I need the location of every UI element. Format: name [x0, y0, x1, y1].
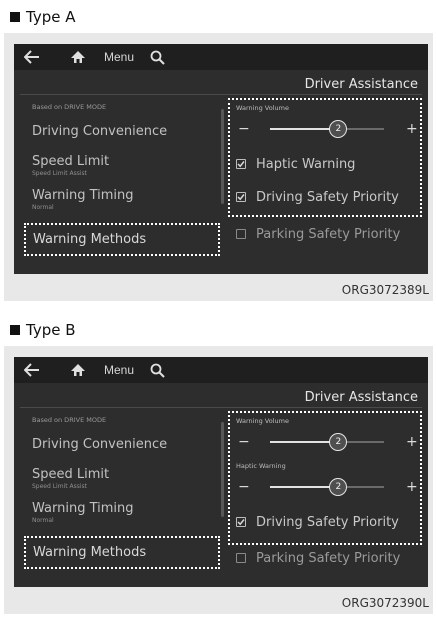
sidebar-item-warning-timing[interactable]: Warning Timing Normal [32, 188, 134, 211]
figure-b-panel: Menu Driver Assistance Based on DRIVE MO… [4, 346, 433, 614]
sidebar-item-driving-convenience[interactable]: Driving Convenience [32, 124, 167, 139]
menu-button[interactable]: Menu [104, 44, 134, 70]
warning-volume-caption: Warning Volume [236, 417, 289, 425]
checkbox-icon[interactable] [236, 229, 246, 239]
sidebar-item-label: Warning Methods [33, 545, 147, 560]
sidebar-scrollbar[interactable] [221, 422, 224, 517]
drive-mode-caption: Based on DRIVE MODE [32, 416, 107, 424]
divider [20, 94, 422, 95]
option-driving-safety-priority[interactable]: Driving Safety Priority [236, 187, 399, 207]
search-icon[interactable] [150, 44, 166, 70]
checkbox-icon[interactable] [236, 553, 246, 563]
figure-b-code: ORG3072390L [341, 596, 429, 610]
figure-a-panel: Menu Driver Assistance Based on DRIVE MO… [4, 33, 433, 301]
figure-a-screen: Menu Driver Assistance Based on DRIVE MO… [14, 44, 428, 274]
sidebar-item-label: Warning Timing [32, 501, 134, 516]
figure-a-heading: Type A [10, 8, 75, 26]
back-arrow-icon[interactable] [24, 357, 42, 383]
sidebar-scrollbar[interactable] [221, 109, 224, 204]
figure-b-heading: Type B [10, 321, 76, 339]
home-icon[interactable] [70, 357, 88, 383]
minus-icon[interactable]: − [238, 430, 250, 454]
slider-track[interactable] [270, 441, 384, 443]
figure-b-heading-text: Type B [26, 321, 76, 339]
screen-title: Driver Assistance [304, 77, 418, 92]
checkbox-icon[interactable] [236, 517, 246, 527]
haptic-warning-caption: Haptic Warning [236, 462, 286, 470]
drive-mode-caption: Based on DRIVE MODE [32, 103, 107, 111]
back-arrow-icon[interactable] [24, 44, 42, 70]
sidebar-item-sub: Speed Limit Assist [32, 170, 87, 177]
top-bar: Menu [14, 44, 428, 70]
figure-a-code: ORG3072389L [341, 283, 429, 297]
sidebar-item-sub: Speed Limit Assist [32, 483, 87, 490]
haptic-warning-slider[interactable]: − 2 + [232, 475, 422, 499]
sidebar-item-warning-methods[interactable]: Warning Methods [24, 223, 220, 256]
search-icon[interactable] [150, 357, 166, 383]
warning-volume-slider[interactable]: − 2 + [232, 117, 422, 141]
sidebar-item-label: Driving Convenience [32, 437, 168, 452]
plus-icon[interactable]: + [406, 117, 418, 141]
top-bar: Menu [14, 357, 428, 383]
sidebar-item-label: Driving Convenience [32, 124, 168, 139]
option-parking-safety-priority[interactable]: Parking Safety Priority [236, 548, 400, 568]
home-icon[interactable] [70, 44, 88, 70]
sidebar-item-speed-limit[interactable]: Speed Limit Speed Limit Assist [32, 467, 109, 490]
option-label: Haptic Warning [256, 156, 356, 172]
bullet-square-icon [10, 12, 20, 22]
option-parking-safety-priority[interactable]: Parking Safety Priority [236, 224, 400, 244]
option-label: Parking Safety Priority [256, 226, 401, 242]
slider-knob[interactable]: 2 [329, 478, 348, 496]
sidebar-item-warning-methods[interactable]: Warning Methods [24, 536, 220, 569]
sidebar-item-warning-timing[interactable]: Warning Timing Normal [32, 501, 134, 524]
option-label: Driving Safety Priority [256, 189, 399, 205]
slider-track[interactable] [270, 128, 384, 130]
screen-title: Driver Assistance [304, 390, 418, 405]
minus-icon[interactable]: − [238, 117, 250, 141]
warning-volume-caption: Warning Volume [236, 104, 289, 112]
bullet-square-icon [10, 325, 20, 335]
sidebar-item-label: Speed Limit [32, 467, 110, 482]
slider-track[interactable] [270, 486, 384, 488]
slider-fill [270, 128, 339, 130]
sidebar-item-label: Warning Timing [32, 188, 134, 203]
menu-button[interactable]: Menu [104, 357, 134, 383]
figure-a-heading-text: Type A [26, 8, 76, 26]
divider [20, 407, 422, 408]
slider-knob[interactable]: 2 [329, 433, 348, 451]
checkbox-icon[interactable] [236, 159, 246, 169]
option-label: Parking Safety Priority [256, 550, 401, 566]
plus-icon[interactable]: + [406, 475, 418, 499]
checkbox-icon[interactable] [236, 192, 246, 202]
option-haptic-warning[interactable]: Haptic Warning [236, 154, 355, 174]
sidebar-item-sub: Normal [32, 204, 54, 211]
option-label: Driving Safety Priority [256, 514, 399, 530]
sidebar-item-speed-limit[interactable]: Speed Limit Speed Limit Assist [32, 154, 109, 177]
minus-icon[interactable]: − [238, 475, 250, 499]
slider-fill [270, 486, 339, 488]
plus-icon[interactable]: + [406, 430, 418, 454]
slider-knob[interactable]: 2 [329, 120, 348, 138]
warning-volume-slider[interactable]: − 2 + [232, 430, 422, 454]
option-driving-safety-priority[interactable]: Driving Safety Priority [236, 512, 399, 532]
sidebar-item-driving-convenience[interactable]: Driving Convenience [32, 437, 167, 452]
sidebar-item-sub: Normal [32, 517, 54, 524]
sidebar-item-label: Warning Methods [33, 232, 147, 247]
figure-b-screen: Menu Driver Assistance Based on DRIVE MO… [14, 357, 428, 587]
slider-fill [270, 441, 339, 443]
sidebar-item-label: Speed Limit [32, 154, 110, 169]
